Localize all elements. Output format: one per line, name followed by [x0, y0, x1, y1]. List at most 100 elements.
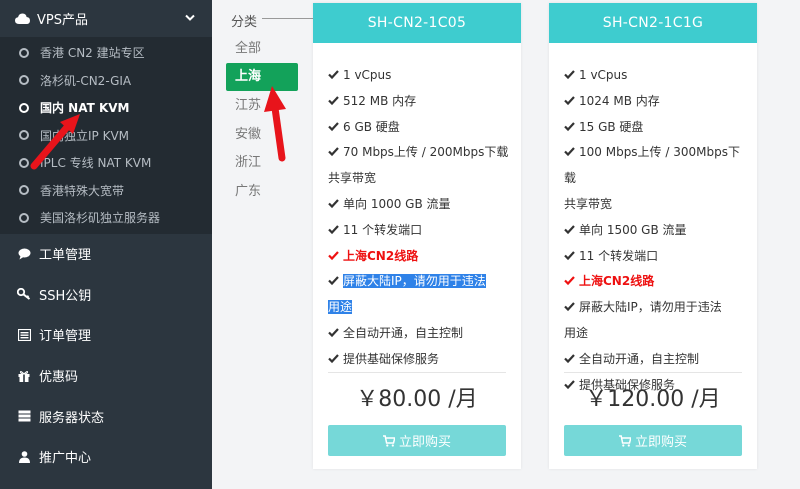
- check-icon: [328, 121, 339, 131]
- nav-item-label: 工单管理: [39, 248, 92, 264]
- check-icon: [328, 328, 339, 338]
- check-icon: [564, 225, 575, 234]
- submenu-item-label: 香港特殊大宽带: [40, 183, 125, 198]
- check-icon: [328, 96, 339, 105]
- feature-item: 上海CN2线路: [564, 269, 749, 295]
- submenu-item-hk-cn2[interactable]: 香港 CN2 建站专区: [0, 39, 212, 67]
- submenu-item-la-cn2-gia[interactable]: 洛杉矶-CN2-GIA: [0, 67, 212, 95]
- feature-item: 1 vCpus: [328, 63, 513, 89]
- category-title: 分类: [231, 15, 258, 30]
- sidebar-vps-products[interactable]: VPS产品: [0, 0, 212, 37]
- check-icon: [328, 147, 339, 157]
- card-divider: [564, 372, 742, 373]
- feature-text: 单向 1000 GB 流量: [343, 196, 451, 211]
- submenu-item-hk-bandwidth[interactable]: 香港特殊大宽带: [0, 177, 212, 205]
- nav-item-affiliate[interactable]: 推广中心: [0, 436, 212, 477]
- card-divider: [328, 372, 506, 373]
- check-icon: [328, 250, 339, 260]
- feature-item: 70 Mbps上传 / 200Mbps下载: [328, 140, 513, 166]
- feature-item: 屏蔽大陆IP，请勿用于违法: [564, 295, 749, 321]
- feature-text: 上海CN2线路: [579, 274, 655, 289]
- plan-card: SH-CN2-1C1G 1 vCpus 1024 MB 内存 15 GB 硬盘 …: [549, 3, 757, 469]
- buy-now-label: 立即购买: [634, 434, 687, 449]
- check-icon: [328, 225, 339, 234]
- circle-icon: [19, 47, 29, 58]
- feature-text: 100 Mbps上传 / 300Mbps下载: [564, 145, 740, 186]
- feature-item: 共享带宽: [564, 192, 749, 218]
- plan-name: SH-CN2-1C05: [313, 3, 521, 43]
- submenu-item-label: 国内独立IP KVM: [40, 128, 130, 143]
- nav-item-label: 推广中心: [39, 451, 92, 467]
- category-shanghai[interactable]: 上海: [226, 63, 298, 91]
- nav-item-ssh-keys[interactable]: SSH公钥: [0, 274, 212, 315]
- feature-text: 上海CN2线路: [343, 248, 419, 263]
- feature-list: 1 vCpus 1024 MB 内存 15 GB 硬盘 100 Mbps上传 /…: [549, 43, 757, 398]
- feature-list: 1 vCpus 512 MB 内存 6 GB 硬盘 70 Mbps上传 / 20…: [313, 43, 521, 373]
- submenu-item-label: 美国洛杉矶独立服务器: [40, 211, 161, 226]
- submenu-item-label: 香港 CN2 建站专区: [40, 46, 145, 61]
- feature-item: 11 个转发端口: [564, 244, 749, 270]
- feature-item: 用途: [328, 295, 513, 321]
- check-icon: [328, 276, 339, 286]
- feature-text: 6 GB 硬盘: [343, 119, 400, 134]
- submenu-item-label: IPLC 专线 NAT KVM: [40, 156, 152, 171]
- feature-item: 屏蔽大陆IP，请勿用于违法: [328, 269, 513, 295]
- submenu-item-cn-ip-kvm[interactable]: 国内独立IP KVM: [0, 122, 212, 150]
- nav-item-tickets[interactable]: 工单管理: [0, 234, 212, 275]
- feature-item: 提供基础保修服务: [328, 347, 513, 373]
- check-icon: [564, 276, 575, 286]
- feature-text: 屏蔽大陆IP，请勿用于违法: [343, 274, 486, 289]
- plan-price: ￥120.00 /月: [585, 387, 721, 412]
- nav-item-label: 服务器状态: [39, 410, 105, 426]
- nav-item-server-status[interactable]: 服务器状态: [0, 396, 212, 437]
- feature-text: 屏蔽大陆IP，请勿用于违法: [579, 300, 722, 315]
- check-icon: [564, 250, 575, 260]
- buy-now-button[interactable]: 立即购买: [328, 425, 506, 456]
- check-icon: [564, 147, 575, 157]
- feature-text: 11 个转发端口: [343, 222, 423, 237]
- submenu-item-la-dedicated[interactable]: 美国洛杉矶独立服务器: [0, 204, 212, 232]
- feature-item: 全自动开通，自主控制: [564, 347, 749, 373]
- chevron-down-icon: [185, 11, 195, 26]
- feature-text: 全自动开通，自主控制: [579, 351, 700, 366]
- feature-text: 用途: [564, 325, 589, 340]
- feature-item: 用途: [564, 321, 749, 347]
- feature-item: 1 vCpus: [564, 63, 749, 89]
- buy-now-button[interactable]: 立即购买: [564, 425, 742, 456]
- category-zhejiang[interactable]: 浙江: [226, 149, 298, 177]
- nav-item-label: 优惠码: [39, 370, 79, 386]
- nav-item-coupons[interactable]: 优惠码: [0, 355, 212, 396]
- feature-text: 全自动开通，自主控制: [343, 325, 464, 340]
- category-anhui[interactable]: 安徽: [226, 121, 298, 149]
- vps-submenu: 香港 CN2 建站专区 洛杉矶-CN2-GIA 国内 NAT KVM 国内独立I…: [0, 37, 212, 234]
- feature-text: 共享带宽: [564, 196, 613, 211]
- category-guangdong[interactable]: 广东: [226, 178, 298, 206]
- check-icon: [564, 302, 575, 312]
- check-icon: [328, 199, 339, 209]
- category-jiangsu[interactable]: 江苏: [226, 92, 298, 120]
- check-icon: [328, 70, 339, 80]
- feature-item: 上海CN2线路: [328, 244, 513, 270]
- circle-icon: [19, 75, 29, 86]
- check-icon: [564, 354, 575, 363]
- feature-item: 单向 1000 GB 流量: [328, 192, 513, 218]
- feature-text: 用途: [328, 300, 353, 315]
- submenu-item-cn-nat-kvm[interactable]: 国内 NAT KVM: [0, 94, 212, 122]
- submenu-item-iplc-nat-kvm[interactable]: IPLC 专线 NAT KVM: [0, 149, 212, 177]
- circle-icon: [19, 185, 29, 196]
- circle-icon: [19, 157, 29, 168]
- category-all[interactable]: 全部: [226, 35, 298, 63]
- nav-item-orders[interactable]: 订单管理: [0, 315, 212, 356]
- buy-now-label: 立即购买: [398, 434, 451, 449]
- gift-icon: [17, 369, 31, 383]
- feature-text: 提供基础保修服务: [343, 351, 440, 366]
- vps-products-label: VPS产品: [37, 13, 88, 28]
- feature-text: 1 vCpus: [343, 68, 392, 82]
- feature-text: 15 GB 硬盘: [579, 119, 644, 134]
- circle-icon: [19, 130, 29, 141]
- feature-text: 单向 1500 GB 流量: [579, 222, 687, 237]
- submenu-item-label: 国内 NAT KVM: [40, 101, 130, 116]
- circle-icon: [19, 102, 29, 113]
- check-icon: [564, 70, 575, 80]
- check-icon: [564, 96, 575, 105]
